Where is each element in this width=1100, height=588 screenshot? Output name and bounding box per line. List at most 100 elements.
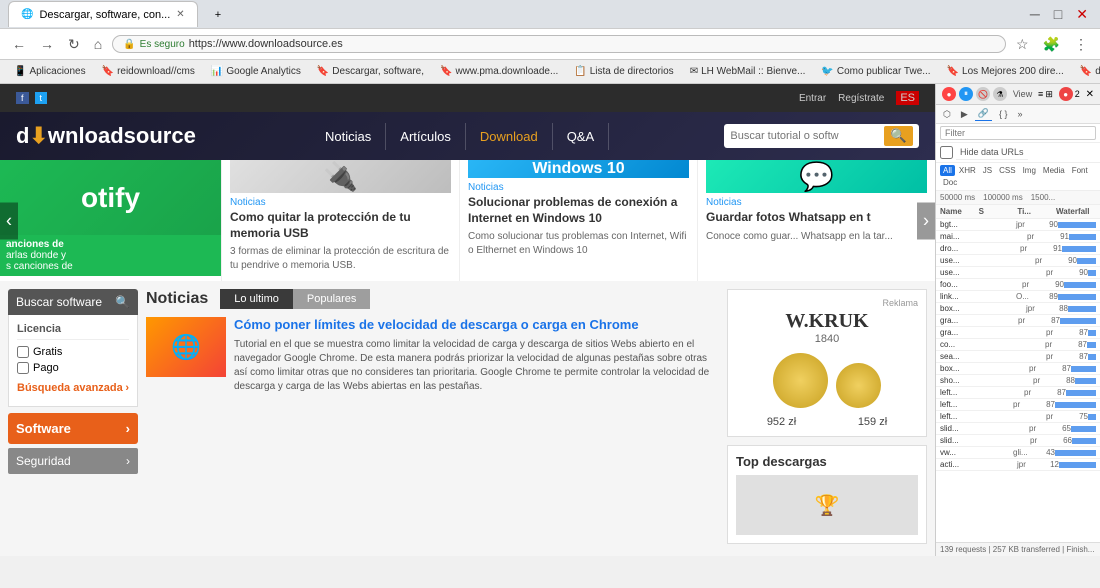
social-fb[interactable]: f: [16, 92, 29, 104]
type-tab-doc[interactable]: Doc: [940, 177, 960, 188]
devtools-clear-btn[interactable]: 🚫: [976, 87, 990, 101]
devtools-row-19[interactable]: vw... gli... 43: [936, 447, 1100, 459]
nav-articulos[interactable]: Artículos: [386, 123, 466, 150]
bookmark-analytics[interactable]: 📊Google Analytics: [205, 64, 307, 79]
devtools-row-9[interactable]: gra... pr 87: [936, 327, 1100, 339]
tab-lo-ultimo[interactable]: Lo ultimo: [220, 289, 293, 309]
devtools-row-10[interactable]: co... pr 87: [936, 339, 1100, 351]
bookmark-reidownload[interactable]: 🔖reidownload//cms: [96, 64, 201, 79]
url-bar[interactable]: 🔒 Es seguro https://www.downloadsource.e…: [112, 35, 1006, 53]
type-tab-css[interactable]: CSS: [996, 165, 1018, 176]
devtools-row-16[interactable]: left... pr 75: [936, 411, 1100, 423]
devtools-row-6[interactable]: link... O... 89: [936, 291, 1100, 303]
checkbox-free-input[interactable]: [17, 346, 29, 358]
site-logo[interactable]: d⬇wnloadsource: [16, 123, 196, 149]
devtools-row-20[interactable]: acti... jpr 12: [936, 459, 1100, 471]
bookmark-webmail[interactable]: ✉LH WebMail :: Bienve...: [684, 64, 812, 79]
bookmark-directorios2[interactable]: 🔖directorios gratuitos: [1074, 64, 1100, 79]
devtools-row-13[interactable]: sho... pr 88: [936, 375, 1100, 387]
devtools-row-8[interactable]: gra... pr 87: [936, 315, 1100, 327]
sidebar-search-icon[interactable]: 🔍: [115, 295, 130, 309]
site-search-input[interactable]: [730, 130, 880, 142]
devtools-icon1[interactable]: ≡: [1038, 89, 1043, 100]
type-tab-font[interactable]: Font: [1069, 165, 1091, 176]
devtools-filter-btn[interactable]: ⚗: [993, 87, 1007, 101]
type-tab-img[interactable]: Img: [1020, 165, 1039, 176]
type-tab-js[interactable]: JS: [980, 165, 995, 176]
bookmark-apps[interactable]: 📱Aplicaciones: [8, 64, 92, 79]
devtools-tab-sources[interactable]: { }: [996, 108, 1011, 120]
devtools-row-15[interactable]: left... pr 87: [936, 399, 1100, 411]
hide-url-checkbox[interactable]: [940, 146, 953, 159]
security-section[interactable]: Seguridad ›: [8, 448, 138, 474]
article-card-3[interactable]: 💬 Noticias Guardar fotos Whatsapp en t C…: [698, 160, 935, 281]
prices: 952 zł 159 zł: [736, 416, 918, 428]
back-btn[interactable]: ←: [8, 34, 30, 54]
forward-btn[interactable]: →: [36, 34, 58, 54]
close-btn[interactable]: ✕: [1072, 4, 1092, 25]
type-tab-xhr[interactable]: XHR: [956, 165, 979, 176]
nav-download[interactable]: Download: [466, 123, 553, 150]
bookmark-directorios[interactable]: 📋Lista de directorios: [568, 64, 679, 79]
nav-noticias[interactable]: Noticias: [311, 123, 386, 150]
bookmark-twitter[interactable]: 🐦Como publicar Twe...: [815, 64, 936, 79]
devtools-row-0[interactable]: bgt... jpr 90: [936, 219, 1100, 231]
devtools-icon2[interactable]: ⊞: [1045, 89, 1053, 100]
devtools-row-11[interactable]: sea... pr 87: [936, 351, 1100, 363]
devtools-badge: ● 2: [1059, 87, 1080, 101]
register-link[interactable]: Regístrate: [838, 93, 884, 104]
devtools-filter-input[interactable]: [940, 126, 1096, 140]
devtools-record-btn[interactable]: ●: [942, 87, 956, 101]
slider-prev-btn[interactable]: ‹: [0, 202, 18, 239]
active-tab[interactable]: 🌐 Descargar, software, con... ✕: [8, 1, 198, 27]
software-section[interactable]: Software ›: [8, 413, 138, 444]
bookmark-pma[interactable]: 🔖www.pma.downloade...: [434, 64, 564, 79]
tab-populares[interactable]: Populares: [293, 289, 371, 309]
minimize-btn[interactable]: ─: [1026, 4, 1044, 24]
devtools-row-7[interactable]: box... jpr 88: [936, 303, 1100, 315]
type-tab-media[interactable]: Media: [1040, 165, 1068, 176]
devtools-row-14[interactable]: left... pr 87: [936, 387, 1100, 399]
reload-btn[interactable]: ↻: [64, 34, 84, 55]
devtools-row-4[interactable]: use... pr 90: [936, 267, 1100, 279]
devtools-row-2[interactable]: dro... pr 91: [936, 243, 1100, 255]
login-link[interactable]: Entrar: [799, 93, 826, 104]
devtools-tab-console[interactable]: ▶: [958, 108, 971, 121]
tab-close-btn[interactable]: ✕: [176, 9, 184, 20]
devtools-row-3[interactable]: use... pr 90: [936, 255, 1100, 267]
nav-qa[interactable]: Q&A: [553, 123, 609, 150]
news-title[interactable]: Cómo poner límites de velocidad de desca…: [234, 317, 719, 334]
type-tab-all[interactable]: All: [940, 165, 955, 176]
extensions-btn[interactable]: 🧩: [1039, 34, 1064, 55]
devtools-row-1[interactable]: mai... pr 91: [936, 231, 1100, 243]
advanced-search-link[interactable]: Búsqueda avanzada ›: [17, 378, 129, 398]
row-fr-12: 87: [1051, 364, 1071, 373]
devtools-row-18[interactable]: slid... pr 66: [936, 435, 1100, 447]
checkbox-paid[interactable]: Pago: [17, 362, 129, 374]
maximize-btn[interactable]: □: [1050, 4, 1066, 24]
devtools-tab-elements[interactable]: ⬡: [940, 108, 954, 121]
devtools-tab-more[interactable]: »: [1015, 108, 1026, 120]
slider-next-btn[interactable]: ›: [917, 202, 935, 239]
language-flag[interactable]: ES: [896, 91, 919, 105]
devtools-close-btn[interactable]: ✕: [1086, 89, 1094, 100]
site-search-btn[interactable]: 🔍: [884, 126, 913, 146]
devtools-row-12[interactable]: box... pr 87: [936, 363, 1100, 375]
checkbox-paid-input[interactable]: [17, 362, 29, 374]
bookmark-mejores[interactable]: 🔖Los Mejores 200 dire...: [941, 64, 1070, 79]
article-card-0[interactable]: otify anciones de arlas donde y s cancio…: [0, 160, 222, 281]
devtools-row-17[interactable]: slid... pr 65: [936, 423, 1100, 435]
menu-btn[interactable]: ⋮: [1070, 34, 1092, 55]
new-tab-btn[interactable]: +: [206, 1, 230, 27]
devtools-row-5[interactable]: foo... pr 90: [936, 279, 1100, 291]
article-card-2[interactable]: Windows 10 Noticias Solucionar problemas…: [460, 160, 698, 281]
devtools-pause-btn[interactable]: ⏸: [959, 87, 973, 101]
bookmark-star-btn[interactable]: ☆: [1012, 34, 1033, 55]
checkbox-free[interactable]: Gratis: [17, 346, 129, 358]
home-btn[interactable]: ⌂: [90, 34, 106, 54]
social-tw[interactable]: t: [35, 92, 48, 104]
article-card-1[interactable]: 🔌 Noticias Como quitar la protección de …: [222, 160, 460, 281]
row-fr-7: 88: [1048, 304, 1068, 313]
bookmark-descargar[interactable]: 🔖Descargar, software,: [311, 64, 430, 79]
devtools-tab-network[interactable]: 🔗: [975, 107, 992, 121]
